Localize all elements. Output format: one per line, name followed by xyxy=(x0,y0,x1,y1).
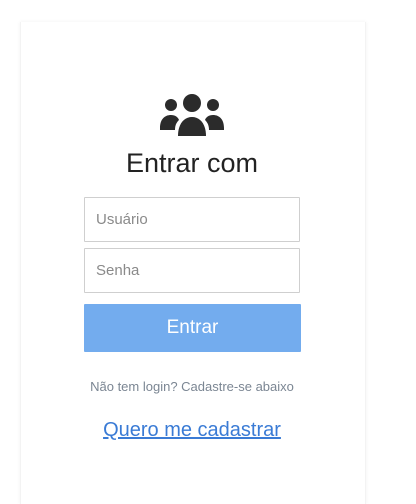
login-button[interactable]: Entrar xyxy=(84,304,301,352)
page-title: Entrar com xyxy=(125,148,259,178)
signup-hint: Não tem login? Cadastre-se abaixo xyxy=(90,379,294,394)
username-input[interactable] xyxy=(84,197,300,242)
register-link-wrapper: Quero me cadastrar xyxy=(0,419,384,442)
users-group-icon xyxy=(160,94,224,136)
register-link[interactable]: Quero me cadastrar xyxy=(103,419,281,441)
password-input[interactable] xyxy=(84,248,300,293)
